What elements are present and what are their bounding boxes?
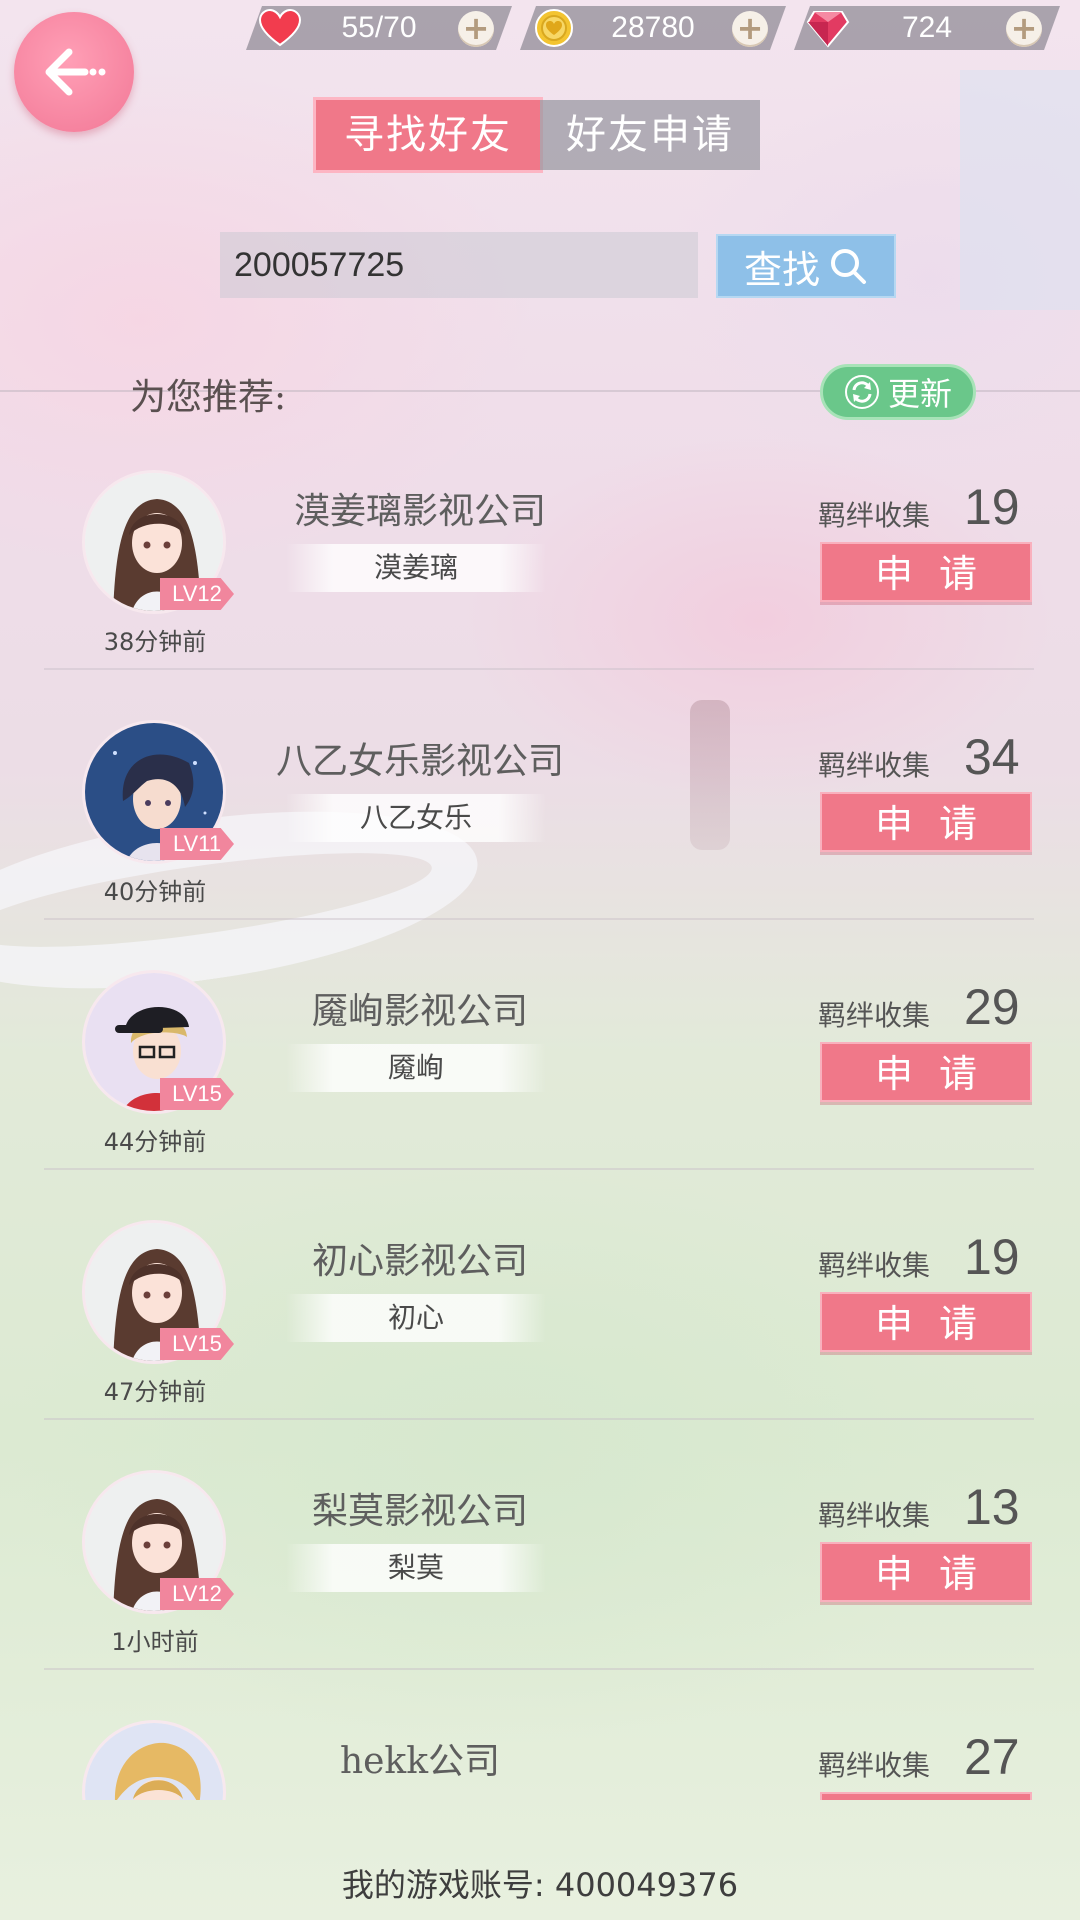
search-button-label: 查找 (743, 247, 820, 292)
apply-button[interactable]: 申请 (820, 1042, 1032, 1102)
friend-row: LV15 47分钟前 初心影视公司 初心 羁绊收集 19 申请 (0, 1220, 1080, 1460)
search-icon (831, 249, 866, 284)
stamina-bar: 55/70 + (246, 6, 512, 50)
company-name: 漠姜璃影视公司 (293, 491, 546, 532)
bond-count: 34 (964, 729, 1020, 785)
gold-bar: 28780 + (520, 6, 786, 50)
refresh-icon (844, 375, 879, 409)
player-name: 初心 (286, 1294, 546, 1342)
company-name: 魇峋影视公司 (311, 991, 528, 1032)
diamond-bar: 724 + (794, 6, 1060, 50)
boy-blond-avatar-icon (85, 1723, 223, 1800)
background-building (960, 70, 1080, 310)
level-badge: LV15 (160, 1078, 234, 1110)
bond-label: 羁绊收集 (818, 1499, 931, 1532)
last-online-time: 47分钟前 (103, 1378, 207, 1406)
refresh-label: 更新 (887, 375, 952, 413)
tab-friend-requests[interactable]: 好友申请 (540, 100, 760, 170)
level-badge: LV12 (160, 1578, 234, 1610)
add-stamina-button[interactable]: + (458, 11, 494, 47)
back-arrow-icon (45, 48, 106, 96)
player-name: 魇峋 (286, 1044, 546, 1092)
friend-row: LV12 38分钟前 漠姜璃影视公司 漠姜璃 羁绊收集 19 申请 (0, 470, 1080, 710)
company-name: hekk公司 (339, 1741, 501, 1782)
row-divider (44, 1418, 1034, 1420)
diamond-icon (806, 10, 850, 46)
friend-row: LV11 40分钟前 八乙女乐影视公司 八乙女乐 羁绊收集 34 申请 (0, 720, 1080, 960)
company-name: 梨莫影视公司 (311, 1491, 528, 1532)
last-online-time: 1小时前 (111, 1628, 199, 1656)
apply-button[interactable] (820, 1792, 1032, 1800)
apply-button[interactable]: 申请 (820, 1542, 1032, 1602)
bond-label: 羁绊收集 (818, 499, 931, 532)
apply-button[interactable]: 申请 (820, 792, 1032, 852)
add-gold-button[interactable]: + (732, 11, 768, 47)
last-online-time: 38分钟前 (103, 628, 207, 656)
last-online-time: 44分钟前 (103, 1128, 207, 1156)
last-online-time: 40分钟前 (103, 878, 207, 906)
company-name: 八乙女乐影视公司 (275, 741, 564, 782)
player-name: 八乙女乐 (286, 794, 546, 842)
friend-tabs: 寻找好友 好友申请 (316, 100, 760, 170)
gold-value: 28780 (611, 11, 695, 44)
bond-label: 羁绊收集 (818, 749, 931, 782)
level-badge: LV11 (160, 828, 234, 860)
level-badge: LV15 (160, 1328, 234, 1360)
player-name: 漠姜璃 (286, 544, 546, 592)
apply-button[interactable]: 申请 (820, 1292, 1032, 1352)
friend-row: hekk公司 羁绊收集 27 (0, 1720, 1080, 1800)
bond-count: 19 (964, 479, 1020, 535)
heart-icon (258, 10, 302, 46)
row-divider (44, 1668, 1034, 1670)
search-button[interactable]: 查找 (716, 234, 896, 298)
bond-count: 19 (964, 1229, 1020, 1285)
apply-button[interactable]: 申请 (820, 542, 1032, 602)
bond-count: 29 (964, 979, 1020, 1035)
player-name: 梨莫 (286, 1544, 546, 1592)
bond-label: 羁绊收集 (818, 1249, 931, 1282)
my-account-id: 我的游戏账号: 400049376 (341, 1866, 739, 1904)
bond-label: 羁绊收集 (818, 999, 931, 1032)
bond-count: 13 (964, 1479, 1020, 1535)
friend-row: LV12 1小时前 梨莫影视公司 梨莫 羁绊收集 13 申请 (0, 1470, 1080, 1710)
stamina-value: 55/70 (341, 11, 417, 44)
add-diamond-button[interactable]: + (1006, 11, 1042, 47)
gold-coin-icon (532, 10, 576, 46)
diamond-value: 724 (901, 11, 953, 44)
recommend-label: 为您推荐: (130, 377, 287, 418)
avatar[interactable] (82, 1720, 226, 1800)
tab-find-friends[interactable]: 寻找好友 (316, 100, 540, 170)
row-divider (44, 1168, 1034, 1170)
friend-row: LV15 44分钟前 魇峋影视公司 魇峋 羁绊收集 29 申请 (0, 970, 1080, 1210)
bond-label: 羁绊收集 (818, 1749, 931, 1782)
company-name: 初心影视公司 (311, 1241, 528, 1282)
search-input[interactable] (220, 232, 698, 298)
level-badge: LV12 (160, 578, 234, 610)
row-divider (44, 668, 1034, 670)
row-divider (44, 918, 1034, 920)
refresh-button[interactable]: 更新 (820, 364, 976, 420)
bond-count: 27 (964, 1729, 1020, 1785)
back-button[interactable] (14, 12, 134, 132)
